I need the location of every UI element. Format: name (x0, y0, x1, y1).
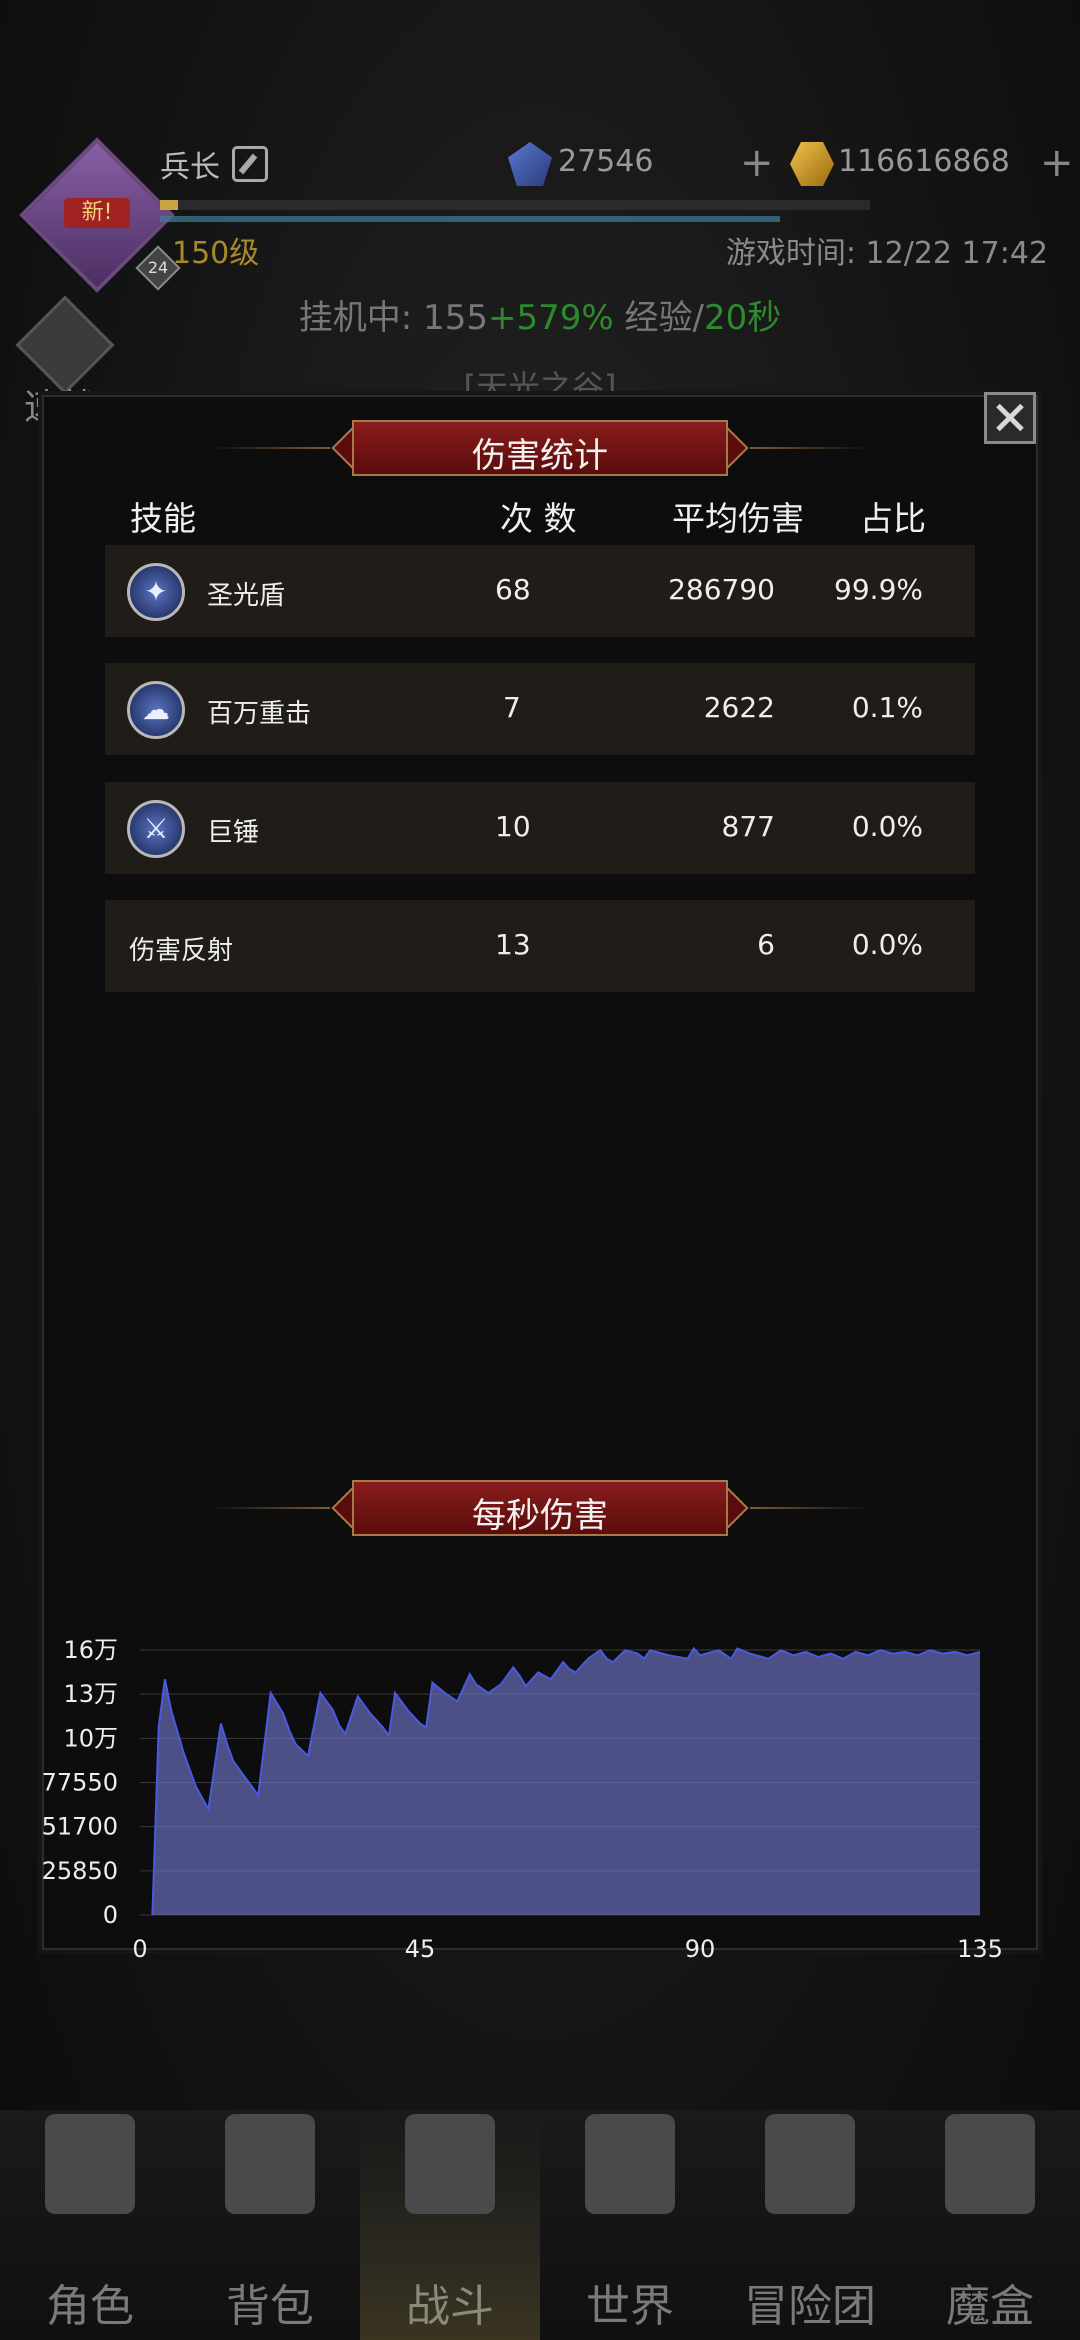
player-name: 兵长 (160, 150, 220, 185)
nav-label: 背包 (226, 2281, 314, 2332)
avg-damage: 2622 (703, 691, 775, 724)
castle-icon (765, 2114, 855, 2214)
nav-item-character[interactable]: 角色 (0, 2110, 180, 2340)
nav-item-adventure-team[interactable]: 冒险团 (720, 2110, 900, 2340)
nav-item-world[interactable]: 世界 (540, 2110, 720, 2340)
damage-share: 0.0% (851, 810, 923, 843)
hit-count: 7 (503, 691, 521, 724)
sword-shield-icon (405, 2114, 495, 2214)
gem-icon (508, 142, 552, 186)
close-button[interactable] (984, 392, 1036, 444)
table-row: ☁ 百万重击 7 2622 0.1% (105, 663, 975, 755)
x-tick-label: 0 (132, 1935, 147, 1960)
skill-name: 百万重击 (207, 699, 312, 729)
table-row: ⚔ 巨锤 10 877 0.0% (105, 782, 975, 874)
nav-label: 角色 (46, 2281, 134, 2332)
player-level: 150级 (172, 236, 260, 271)
y-tick-label: 77550 (42, 1769, 118, 1797)
afk-rate: 20秒 (703, 298, 782, 338)
shield-icon: ✦ (127, 563, 185, 621)
table-row: 伤害反射 13 6 0.0% (105, 900, 975, 992)
col-header-skill: 技能 (130, 499, 196, 538)
helmet-icon (45, 2114, 135, 2214)
sword-icon: ⚔ (127, 800, 185, 858)
dps-area (152, 1648, 980, 1915)
dps-title: 每秒伤害 (472, 1496, 608, 1536)
gold-resource: 116616868 + (790, 138, 1080, 186)
new-badge: 新! (64, 198, 130, 228)
dps-chart: 0 25850 51700 77550 10万 13万 16万 0 45 90 135 (0, 1620, 1080, 1960)
map-icon (585, 2114, 675, 2214)
gold-icon (790, 142, 834, 186)
afk-exp-label: 经验/ (613, 298, 704, 338)
game-time: 游戏时间: 12/22 17:42 (725, 236, 1048, 271)
avatar[interactable]: 新! 24 (19, 137, 181, 293)
y-tick-label: 13万 (63, 1680, 118, 1708)
xp-bar (160, 200, 870, 210)
hit-count: 68 (495, 573, 531, 606)
x-tick-label: 45 (405, 1935, 436, 1960)
nav-item-backpack[interactable]: 背包 (180, 2110, 360, 2340)
x-tick-label: 90 (685, 1935, 716, 1960)
nav-item-battle[interactable]: 战斗 (360, 2110, 540, 2340)
dps-chart-svg: 0 25850 51700 77550 10万 13万 16万 0 45 90 135 (42, 1636, 1003, 1960)
afk-bonus: +579% (487, 298, 614, 338)
nav-label: 世界 (586, 2281, 674, 2332)
skill-name: 巨锤 (207, 818, 260, 848)
col-header-avg-damage: 平均伤害 (672, 499, 804, 538)
skill-name: 伤害反射 (129, 936, 234, 966)
gem-count: 27546 (558, 144, 654, 179)
avg-damage: 6 (757, 928, 775, 961)
nav-label: 魔盒 (946, 2281, 1034, 2332)
hit-count: 10 (495, 810, 531, 843)
x-tick-label: 135 (957, 1935, 1003, 1960)
top-bar: 新! 24 兵长 150级 游戏时间: 12/22 17:42 27546 + … (0, 0, 1080, 440)
add-gold-button[interactable]: + (1040, 143, 1074, 183)
damage-share: 0.0% (851, 928, 923, 961)
gem-resource: 27546 + (508, 138, 778, 186)
backpack-icon (225, 2114, 315, 2214)
y-tick-label: 16万 (63, 1636, 118, 1664)
dps-banner: 每秒伤害 (210, 1480, 870, 1536)
damage-share: 99.9% (834, 573, 923, 606)
afk-status: 挂机中: 155+579% 经验/20秒 (0, 290, 1080, 339)
skill-name: 圣光盾 (207, 581, 286, 611)
avg-damage: 286790 (668, 573, 775, 606)
progress-bar (160, 216, 780, 222)
nav-label: 冒险团 (744, 2281, 876, 2332)
gold-count: 116616868 (838, 144, 1010, 179)
table-row: ✦ 圣光盾 68 286790 99.9% (105, 545, 975, 637)
col-header-share: 占比 (860, 499, 926, 538)
avg-damage: 877 (721, 810, 775, 843)
nav-label: 战斗 (406, 2281, 494, 2332)
damage-stats-title: 伤害统计 (472, 436, 608, 476)
mushroom-cloud-icon: ☁ (127, 681, 185, 739)
col-header-count: 次 数 (500, 499, 577, 538)
afk-prefix: 挂机中: 155 (298, 298, 488, 338)
damage-stats-banner: 伤害统计 (210, 420, 870, 476)
nav-item-magic-box[interactable]: 魔盒 (900, 2110, 1080, 2340)
cube-icon (945, 2114, 1035, 2214)
damage-share: 0.1% (851, 691, 923, 724)
bottom-nav: 角色 背包 战斗 世界 冒险团 魔盒 (0, 2110, 1080, 2340)
edit-icon[interactable] (232, 146, 268, 182)
hit-count: 13 (495, 928, 531, 961)
add-gem-button[interactable]: + (740, 143, 774, 183)
avatar-level-text: 24 (147, 258, 169, 277)
y-tick-label: 51700 (42, 1813, 118, 1841)
y-tick-label: 0 (103, 1901, 118, 1929)
y-tick-label: 25850 (42, 1857, 118, 1885)
y-tick-label: 10万 (63, 1724, 118, 1752)
